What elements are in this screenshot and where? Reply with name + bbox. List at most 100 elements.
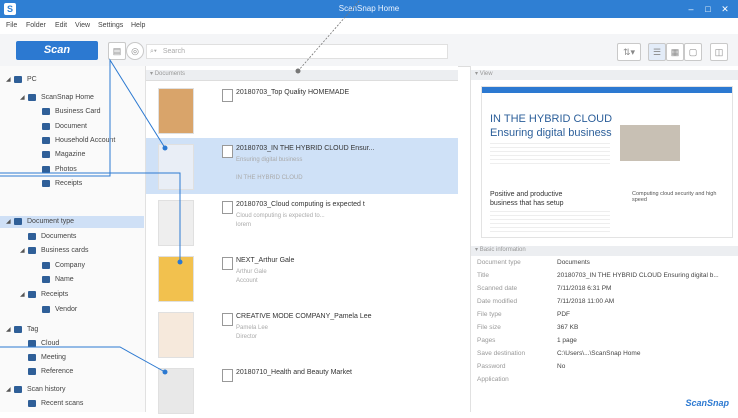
sidebar-item-label: Receipts bbox=[41, 291, 69, 298]
folder-icon bbox=[42, 179, 50, 187]
sidebar-item-vendor[interactable]: Vendor bbox=[0, 304, 144, 316]
document-subtext: Cloud computing is expected to... bbox=[236, 213, 325, 219]
document-thumbnail[interactable] bbox=[158, 144, 194, 190]
menu-help[interactable]: Help bbox=[131, 22, 145, 29]
search-input[interactable]: ⌕▾ Search bbox=[146, 44, 448, 59]
large-view-icon[interactable]: ▢ bbox=[684, 43, 702, 61]
info-row: Title 20180703_IN THE HYBRID CLOUD Ensuri… bbox=[471, 272, 738, 284]
folder-icon bbox=[42, 305, 50, 313]
expand-icon[interactable]: ◢ bbox=[6, 384, 12, 396]
folder-icon bbox=[42, 261, 50, 269]
list-item[interactable]: 20180703_IN THE HYBRID CLOUD Ensur... Ens… bbox=[146, 138, 458, 194]
info-value: 1 page bbox=[557, 337, 577, 344]
minimize-icon[interactable]: – bbox=[684, 3, 698, 15]
window-title: ScanSnap Home bbox=[338, 4, 400, 13]
sidebar-item-meeting[interactable]: Meeting bbox=[0, 352, 144, 364]
sidebar-item-document[interactable]: Document bbox=[0, 121, 144, 133]
panel-toggle-icon[interactable]: ◫ bbox=[710, 43, 728, 61]
document-subtext: Ensuring digital business bbox=[236, 157, 303, 163]
expand-icon[interactable]: ◢ bbox=[20, 92, 26, 104]
sidebar-item-label: Receipts bbox=[55, 180, 83, 187]
menu-view[interactable]: View bbox=[75, 22, 90, 29]
list-item[interactable]: 20180703_Cloud computing is expected t Cl… bbox=[146, 194, 458, 250]
sidebar-item-receipts[interactable]: Receipts bbox=[0, 178, 144, 190]
close-icon[interactable]: ✕ bbox=[718, 3, 732, 15]
sidebar-item-reference[interactable]: Reference bbox=[0, 366, 144, 378]
document-subtext: Arthur Gale bbox=[236, 269, 267, 275]
menu-folder[interactable]: Folder bbox=[26, 22, 46, 29]
scanner-icon[interactable]: ▤ bbox=[108, 42, 126, 60]
preview-heading-2: Ensuring digital business bbox=[490, 127, 612, 139]
info-label: Pages bbox=[477, 337, 496, 344]
sidebar-item-label: Scan history bbox=[27, 386, 66, 393]
sidebar-item-label: Cloud bbox=[41, 340, 60, 347]
sidebar-item-photos[interactable]: Photos bbox=[0, 164, 144, 176]
folder-icon bbox=[42, 150, 50, 158]
sidebar-item-documents[interactable]: Documents bbox=[0, 231, 144, 243]
preview-text-block bbox=[490, 143, 610, 165]
sidebar-item-company[interactable]: Company bbox=[0, 260, 144, 272]
expand-icon[interactable]: ◢ bbox=[6, 324, 12, 336]
document-title: 20180710_Health and Beauty Market bbox=[236, 369, 352, 376]
maximize-icon[interactable]: □ bbox=[701, 3, 715, 15]
sidebar-item-cloud[interactable]: Cloud bbox=[0, 338, 144, 350]
list-item[interactable]: 20180703_Top Quality HOMEMADE bbox=[146, 82, 458, 138]
sidebar-item-business-card[interactable]: Business Card bbox=[0, 106, 144, 118]
sidebar-item-magazine[interactable]: Magazine bbox=[0, 149, 144, 161]
menu-bar: File Folder Edit View Settings Help bbox=[0, 18, 738, 35]
document-subtext: Pamela Lee bbox=[236, 325, 269, 331]
info-label: Save destination bbox=[477, 350, 526, 357]
expand-icon[interactable]: ◢ bbox=[20, 289, 26, 301]
expand-icon[interactable]: ◢ bbox=[6, 216, 12, 228]
brand-logo: ScanSnap bbox=[685, 398, 729, 408]
category-icon bbox=[14, 217, 22, 225]
list-item[interactable]: NEXT_Arthur Gale Arthur Gale Account bbox=[146, 250, 458, 306]
document-list: ▾ Documents 20180703_Top Quality HOMEMAD… bbox=[146, 66, 458, 414]
info-row: Pages 1 page bbox=[471, 337, 738, 349]
sidebar-item-label: Document bbox=[55, 123, 87, 130]
document-preview[interactable]: IN THE HYBRID CLOUD Ensuring digital bus… bbox=[481, 86, 733, 238]
sidebar-item-household-account[interactable]: Household Account bbox=[0, 135, 144, 147]
sidebar-item-receipts[interactable]: ◢ Receipts bbox=[0, 289, 144, 301]
info-label: Password bbox=[477, 363, 506, 370]
thumbnail-view-icon[interactable]: ▦ bbox=[666, 43, 684, 61]
category-icon bbox=[28, 367, 36, 375]
sidebar-item-pc[interactable]: ◢ PC bbox=[0, 74, 144, 86]
disc-icon[interactable]: ◎ bbox=[126, 42, 144, 60]
document-thumbnail[interactable] bbox=[158, 312, 194, 358]
menu-edit[interactable]: Edit bbox=[55, 22, 67, 29]
info-value: 7/11/2018 6:31 PM bbox=[557, 285, 612, 292]
list-item[interactable]: CREATIVE MODE COMPANY_Pamela Lee Pamela L… bbox=[146, 306, 458, 362]
sidebar-item-document-type[interactable]: ◢ Document type bbox=[0, 216, 144, 228]
preview-heading-1: IN THE HYBRID CLOUD bbox=[490, 113, 613, 125]
sidebar-item-tag[interactable]: ◢ Tag bbox=[0, 324, 144, 336]
document-icon bbox=[222, 369, 233, 382]
sidebar-item-label: Reference bbox=[41, 368, 74, 375]
info-value: Documents bbox=[557, 259, 590, 266]
document-thumbnail[interactable] bbox=[158, 368, 194, 414]
sidebar-item-recent-scans[interactable]: Recent scans bbox=[0, 398, 144, 410]
category-icon bbox=[28, 290, 36, 298]
scan-button[interactable]: Scan bbox=[16, 41, 98, 60]
expand-icon[interactable]: ◢ bbox=[20, 245, 26, 257]
sidebar-item-scan-history[interactable]: ◢ Scan history bbox=[0, 384, 144, 396]
sort-icon[interactable]: ⇅▾ bbox=[617, 43, 641, 61]
list-item[interactable]: 20180710_Health and Beauty Market bbox=[146, 362, 458, 418]
document-thumbnail[interactable] bbox=[158, 256, 194, 302]
document-subtext: lorem bbox=[236, 222, 252, 228]
sidebar-item-business-cards[interactable]: ◢ Business cards bbox=[0, 245, 144, 257]
sidebar-item-label: Documents bbox=[41, 233, 77, 240]
folder-icon bbox=[42, 165, 50, 173]
document-thumbnail[interactable] bbox=[158, 88, 194, 134]
document-thumbnail[interactable] bbox=[158, 200, 194, 246]
expand-icon[interactable]: ◢ bbox=[6, 74, 12, 86]
document-title: CREATIVE MODE COMPANY_Pamela Lee bbox=[236, 313, 372, 320]
info-label: File size bbox=[477, 324, 501, 331]
sidebar-item-scansnap-home[interactable]: ◢ ScanSnap Home bbox=[0, 92, 144, 104]
sidebar-item-label: Document type bbox=[27, 218, 75, 225]
menu-settings[interactable]: Settings bbox=[98, 22, 123, 29]
sidebar-item-name[interactable]: Name bbox=[0, 274, 144, 286]
list-view-icon[interactable]: ☰ bbox=[648, 43, 666, 61]
menu-file[interactable]: File bbox=[6, 22, 17, 29]
category-icon bbox=[28, 232, 36, 240]
